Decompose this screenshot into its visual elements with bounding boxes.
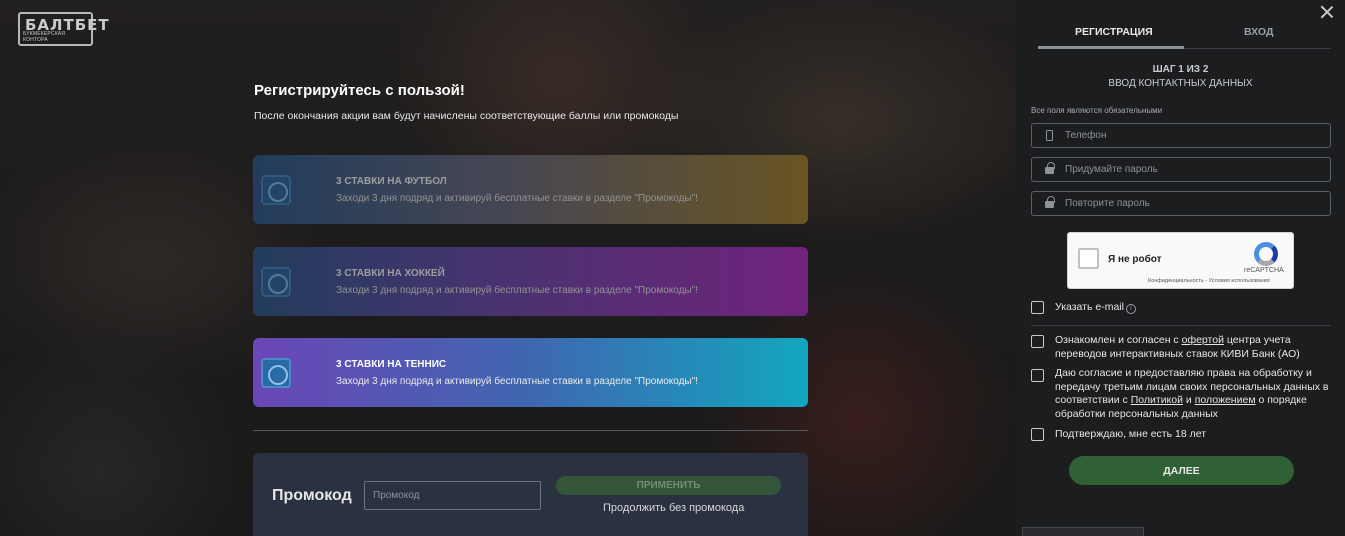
promo-description: Заходи 3 дня подряд и активируй бесплатн… [336, 376, 698, 387]
step-counter: ШАГ 1 ИЗ 2 [1152, 64, 1209, 75]
password-repeat-input[interactable] [1065, 192, 1325, 215]
promocode-label: Промокод [272, 487, 352, 504]
recaptcha-links[interactable]: Конфиденциальность - Условия использован… [1148, 278, 1270, 284]
ball-icon [261, 175, 291, 205]
registration-panel: РЕГИСТРАЦИЯ ВХОД ШАГ 1 ИЗ 2 ВВОД КОНТАКТ… [1016, 0, 1345, 536]
tennis-icon [261, 358, 291, 388]
active-tab-indicator [1038, 46, 1184, 49]
page-headline: Регистрируйтесь с пользой! [254, 82, 465, 99]
next-button[interactable]: ДАЛЕЕ [1069, 456, 1294, 485]
age-label: Подтверждаю, мне есть 18 лет [1055, 428, 1207, 440]
promo-description: Заходи 3 дня подряд и активируй бесплатн… [336, 285, 698, 296]
promo-title: 3 СТАВКИ НА ХОККЕЙ [336, 268, 445, 279]
offer-agree-label: Ознакомлен и согласен с офертой центра у… [1055, 334, 1300, 360]
offer-agree-checkbox[interactable] [1031, 335, 1044, 348]
apply-promocode-button[interactable]: ПРИМЕНИТЬ [556, 476, 781, 495]
promocode-input[interactable] [364, 481, 541, 510]
policy-link[interactable]: Политикой [1131, 394, 1183, 406]
page-subline: После окончания акции вам будут начислен… [254, 110, 679, 122]
promo-title: 3 СТАВКИ НА ТЕННИС [336, 359, 447, 370]
promocode-box: Промокод ПРИМЕНИТЬ Продолжить без промок… [253, 453, 808, 536]
personal-data-checkbox[interactable] [1031, 369, 1044, 382]
promo-card-hockey[interactable]: 3 СТАВКИ НА ХОККЕЙ Заходи 3 дня подряд и… [253, 247, 808, 316]
info-icon[interactable]: i [1125, 304, 1136, 314]
password-input[interactable] [1065, 158, 1325, 181]
password-field[interactable] [1031, 157, 1331, 182]
password-repeat-field[interactable] [1031, 191, 1331, 216]
divider [1031, 325, 1331, 326]
regulation-link[interactable]: положением [1195, 394, 1256, 406]
promo-card-tennis[interactable]: 3 СТАВКИ НА ТЕННИС Заходи 3 дня подряд и… [253, 338, 808, 407]
phone-field[interactable] [1031, 123, 1331, 148]
puck-icon [261, 267, 291, 297]
promo-title: 3 СТАВКИ НА ФУТБОЛ [336, 176, 447, 187]
promo-card-football[interactable]: 3 СТАВКИ НА ФУТБОЛ Заходи 3 дня подряд и… [253, 155, 808, 224]
recaptcha-checkbox[interactable] [1078, 248, 1099, 269]
promo-description: Заходи 3 дня подряд и активируй бесплатн… [336, 193, 698, 204]
recaptcha-label: Я не робот [1108, 254, 1162, 265]
bottom-tab-edge [1022, 527, 1144, 536]
skip-promocode-link[interactable]: Продолжить без промокода [603, 502, 744, 514]
phone-input[interactable] [1065, 124, 1325, 147]
recaptcha-brand: reCAPTCHA [1244, 267, 1284, 274]
baltbet-logo[interactable]: БАЛТБЕТ БУКМЕКЕРСКАЯ КОНТОРА [18, 12, 109, 46]
tab-login[interactable]: ВХОД [1244, 26, 1273, 38]
tab-registration[interactable]: РЕГИСТРАЦИЯ [1075, 26, 1153, 38]
divider [253, 430, 808, 431]
offer-link[interactable]: офертой [1182, 334, 1224, 346]
age-checkbox[interactable] [1031, 428, 1044, 441]
lock-icon [1045, 162, 1055, 174]
email-checkbox-label: Указать e-mail i [1055, 301, 1136, 315]
lock-icon [1045, 196, 1055, 208]
required-note: Все поля являются обязательными [1031, 106, 1163, 115]
recaptcha-icon [1254, 242, 1278, 266]
email-checkbox[interactable] [1031, 301, 1044, 314]
personal-data-label: Даю согласие и предоставляю права на обр… [1055, 367, 1329, 420]
auth-tabs: РЕГИСТРАЦИЯ ВХОД [1038, 0, 1331, 49]
recaptcha-widget: Я не робот reCAPTCHA Конфиденциальность … [1067, 232, 1294, 289]
step-title: ВВОД КОНТАКТНЫХ ДАННЫХ [1108, 78, 1253, 89]
phone-icon [1046, 130, 1053, 141]
